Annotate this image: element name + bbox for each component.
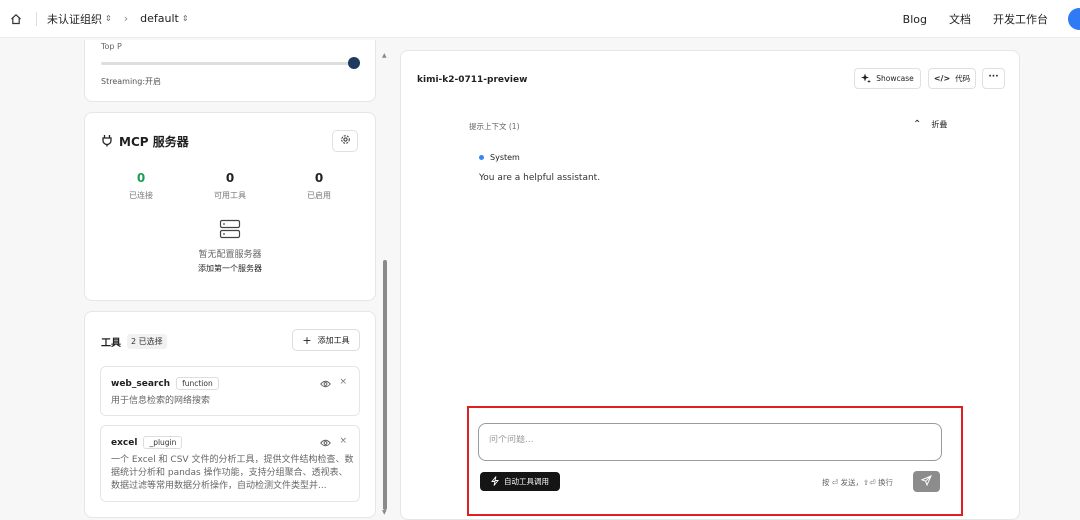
eye-icon[interactable] [320,437,331,450]
scroll-up-arrow-icon[interactable]: ▲ [382,52,387,59]
stat-enabled: 0 已启用 [279,171,359,201]
org-name: 未认证组织 [47,12,102,26]
top-bar: 未认证组织 ⇕ › default ⇕ Blog 文档 开发工作台 [0,0,1080,38]
code-icon: </> [933,74,951,83]
tools-title-text: 工具 [101,338,121,349]
gear-icon [340,134,351,148]
model-name: kimi-k2-0711-preview [417,75,528,85]
mcp-settings-button[interactable] [332,130,358,152]
mcp-title: MCP 服务器 [101,133,189,150]
collapse-button[interactable]: ⌃ 折叠 [913,119,947,130]
code-button[interactable]: </> 代码 [928,68,976,89]
tool-type-tag: function [176,377,219,390]
stat-connected: 0 已连接 [101,171,181,201]
chevron-right-icon: › [123,12,129,25]
server-icon [219,219,241,242]
tool-name-text: excel [111,437,138,448]
highlight-box [467,406,963,516]
mcp-title-text: MCP 服务器 [119,135,189,149]
showcase-button[interactable]: Showcase [854,68,921,89]
tool-item-excel[interactable]: excel _plugin 一个 Excel 和 CSV 文件的分析工具，提供文… [100,425,360,502]
more-icon: ··· [988,71,999,82]
collapse-label: 折叠 [931,120,948,129]
stat-connected-label: 已连接 [129,191,153,200]
chevron-updown-icon: ⇕ [105,14,112,23]
home-icon[interactable] [8,11,24,27]
chevron-up-icon: ⌃ [913,119,922,130]
add-tool-label: 添加工具 [317,335,350,345]
avatar[interactable] [1068,8,1080,30]
params-card: Top P Streaming:开启 [84,40,376,102]
blog-link[interactable]: Blog [903,13,927,26]
sparkle-icon [861,73,872,85]
tool-item-web-search[interactable]: web_search function 用于信息检索的网络搜索 × [100,366,360,416]
tool-description: 一个 Excel 和 CSV 文件的分析工具，提供文件结构检查、数据统计分析和 … [111,455,354,491]
streaming-status: Streaming:开启 [101,77,162,86]
system-message: You are a helpful assistant. [479,173,601,183]
top-links: Blog 文档 开发工作台 [881,0,1080,38]
showcase-label: Showcase [876,74,914,83]
tool-name: excel _plugin [111,436,183,449]
plug-icon [101,134,113,150]
code-label: 代码 [955,74,971,83]
left-panel-scrollbar[interactable]: ▲ ▼ [381,46,389,520]
mcp-card: MCP 服务器 0 已连接 0 可用工具 0 已启用 暂无配置服务器 添加第一个… [84,112,376,301]
tools-title: 工具 2 已选择 [101,334,167,349]
top-p-label: Top P [101,42,122,51]
stat-available-tools: 0 可用工具 [190,171,270,201]
tool-name-text: web_search [111,378,171,389]
plus-icon: + [302,333,312,347]
mcp-empty-text: 暂无配置服务器 [198,250,262,260]
add-first-server-link[interactable]: 添加第一个服务器 [85,263,375,274]
top-p-slider[interactable] [101,62,355,65]
scroll-down-arrow-icon[interactable]: ▼ [382,509,387,516]
console-link[interactable]: 开发工作台 [993,11,1048,27]
stat-available-label: 可用工具 [214,191,246,200]
chevron-updown-icon: ⇕ [181,14,189,23]
eye-icon[interactable] [320,378,331,391]
context-label: 提示上下文 (1) [469,122,520,131]
scroll-thumb[interactable] [383,260,387,510]
selected-count-badge: 2 已选择 [127,334,167,349]
add-tool-button[interactable]: + 添加工具 [292,329,360,351]
system-dot-icon [479,155,484,160]
tools-card: 工具 2 已选择 + 添加工具 web_search function 用于信息… [84,311,376,518]
tool-description: 用于信息检索的网络搜索 [111,396,211,406]
org-selector[interactable]: 未认证组织 ⇕ [47,11,112,27]
stat-enabled-value: 0 [314,171,324,185]
tool-name: web_search function [111,377,219,390]
top-p-slider-thumb[interactable] [348,57,360,69]
system-role: System [479,153,520,162]
project-selector[interactable]: default ⇕ [140,12,188,25]
project-name: default [140,12,179,25]
tool-type-tag: _plugin [143,436,183,449]
divider [36,11,37,26]
docs-link[interactable]: 文档 [949,11,971,27]
stat-available-value: 0 [225,171,235,185]
close-icon[interactable]: × [339,377,347,387]
system-role-label: System [490,153,520,162]
more-options-button[interactable]: ··· [982,68,1005,89]
close-icon[interactable]: × [339,436,347,446]
stat-enabled-label: 已启用 [307,191,331,200]
stat-connected-value: 0 [136,171,146,185]
